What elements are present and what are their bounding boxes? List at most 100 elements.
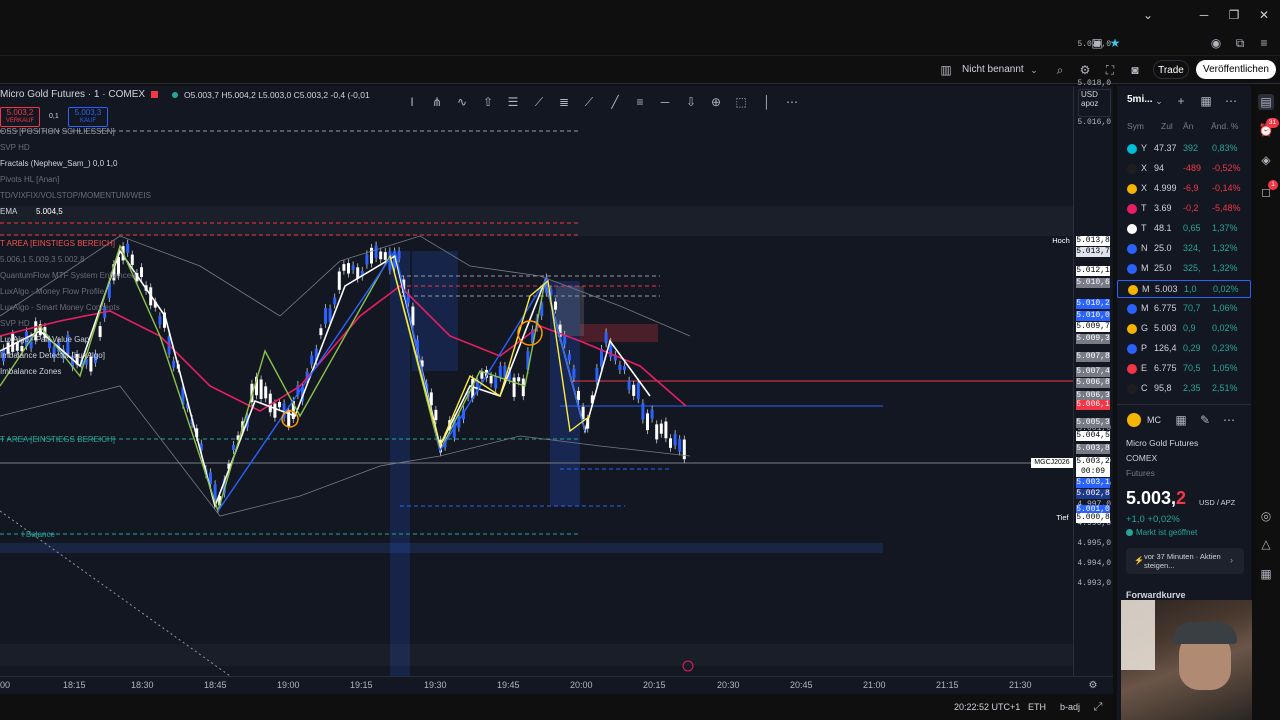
watchlist-row[interactable]: X 94 -489 -0,52% [1117, 160, 1251, 178]
edit-icon[interactable]: ✎ [1197, 412, 1213, 428]
layout-icon[interactable]: ▥ [938, 62, 954, 78]
watchlist-row[interactable]: M 5.003 1,0 0,02% [1117, 280, 1251, 298]
chart-pane[interactable]: Micro Gold Futures · 1 · COMEX O5.003,7 … [0, 86, 1073, 676]
menu-icon[interactable]: ≡ [1256, 35, 1272, 51]
maximize-icon[interactable]: ❐ [1226, 7, 1242, 23]
column-last[interactable]: Zul [1161, 121, 1173, 131]
clock[interactable]: 20:22:52 UTC+1 [954, 702, 1020, 712]
crosshair-icon[interactable]: ⊕ [708, 94, 724, 110]
horizontal-line-icon[interactable]: ─ [657, 94, 673, 110]
target-icon[interactable]: ◎ [1258, 508, 1274, 524]
watchlist-row[interactable]: C 95,8 2,35 2,51% [1117, 380, 1251, 398]
chevron-down-icon[interactable]: ⌄ [1026, 62, 1042, 78]
more-icon[interactable]: ⋯ [1221, 412, 1237, 428]
text-cursor-icon[interactable]: I [404, 94, 420, 110]
watchlist-row[interactable]: P 126,4 0,29 0,23% [1117, 340, 1251, 358]
watchlist-row[interactable]: N 25.0 324, 1,32% [1117, 240, 1251, 258]
legend-item[interactable]: T AREA [EINSTIEGS BEREICH] [0, 239, 115, 248]
calendar-icon[interactable]: ▦ [1258, 566, 1274, 582]
arrow-down-icon[interactable]: ⇩ [683, 94, 699, 110]
legend-item[interactable]: SVP HD [0, 319, 30, 328]
legend-item[interactable]: LuxAlgo - Smart Money Concepts [0, 303, 120, 312]
symbol-name: M [1142, 284, 1150, 294]
legend-item[interactable]: LuxAlgo - Fair Value Gap [0, 335, 89, 344]
price-label-box: 5.003,2 [1076, 457, 1110, 467]
rectangle-icon[interactable]: ⬚ [733, 94, 749, 110]
column-change[interactable]: Än [1183, 121, 1193, 131]
watchlist-row[interactable]: T 3.69 -0,2 -5,48% [1117, 200, 1251, 218]
add-symbol-icon[interactable]: + [1173, 93, 1189, 109]
watchlist-icon[interactable]: ▤ [1258, 94, 1274, 110]
columns-icon[interactable]: ▦ [1198, 93, 1214, 109]
flag-icon[interactable] [151, 91, 158, 98]
brush-icon[interactable]: ⟋ [531, 94, 547, 110]
triangle-up-icon[interactable]: △ [1258, 536, 1274, 552]
symbol-title[interactable]: Micro Gold Futures · 1 · COMEX [0, 89, 145, 100]
watchlist-row[interactable]: X 4.999 -6,9 -0,14% [1117, 180, 1251, 198]
legend-item[interactable]: Imbalance Zones [0, 367, 61, 376]
watchlist-row[interactable]: M 6.775 70,7 1,06% [1117, 300, 1251, 318]
fib-icon[interactable]: ≣ [556, 94, 572, 110]
arrow-up-icon[interactable]: ⇧ [480, 94, 496, 110]
price-scale[interactable]: USD apoz 5.020,0 5.018,0 5.016,0 5.001,0 4.9… [1073, 40, 1113, 676]
settings-icon[interactable]: ⚙ [1077, 62, 1093, 78]
fullscreen-icon[interactable]: ⛶ [1102, 62, 1118, 78]
watchlist-title[interactable]: 5mi... [1127, 94, 1153, 105]
forward-curve-title[interactable]: Forwardkurve [1126, 590, 1186, 600]
legend-item[interactable]: SVP HD [0, 143, 30, 152]
watchlist-row[interactable]: M 25.0 325, 1,32% [1117, 260, 1251, 278]
legend-item[interactable]: OSS [POSITION SCHLIESSEN] [0, 127, 115, 136]
sell-button[interactable]: 5.003,2 VERKAUF [0, 107, 40, 127]
legend-item[interactable]: Pivots HL [Anan] [0, 175, 59, 184]
pitchfork-icon[interactable]: ⋔ [429, 94, 445, 110]
candle-body [411, 306, 415, 326]
watchlist-row[interactable]: E 6.775 70,5 1,05% [1117, 360, 1251, 378]
maximize-pane-icon[interactable]: ⤢ [1090, 699, 1106, 715]
legend-item[interactable]: 5.006,1 5.009,3 5.002,8 [0, 255, 85, 264]
legend-item[interactable]: QuantumFlow MTF System Enhanced [0, 271, 136, 280]
camera-icon[interactable]: ◙ [1127, 62, 1143, 78]
vertical-line-icon[interactable]: │ [759, 94, 775, 110]
legend-item[interactable]: TD/VIXFIX/VOLSTOP/MOMENTUM/WEIS [0, 191, 151, 200]
profile-icon[interactable]: ◉ [1208, 35, 1224, 51]
price-chart[interactable] [0, 86, 1073, 676]
adjustment-label[interactable]: b-adj [1060, 702, 1080, 712]
trade-button[interactable]: Trade [1153, 60, 1189, 79]
currency-selector[interactable]: USD apoz [1078, 89, 1111, 117]
more-tools-icon[interactable]: ⋯ [784, 94, 800, 110]
trendline-icon[interactable]: ╱ [607, 94, 623, 110]
price-label-box: 5.007,8 [1076, 352, 1110, 362]
parallel-channel-icon[interactable]: ≡ [632, 94, 648, 110]
settings-icon[interactable]: ⚙ [1085, 678, 1101, 694]
extensions-icon[interactable]: ⧉ [1232, 35, 1248, 51]
watchlist-row[interactable]: T 48.1 0,65 1,37% [1117, 220, 1251, 238]
close-icon[interactable]: ✕ [1256, 7, 1272, 23]
time-scale[interactable]: ⚙ 00 18:15 18:30 18:45 19:00 19:15 19:30 19:45 2… [0, 676, 1113, 694]
details-name[interactable]: Micro Gold Futures [1126, 438, 1198, 448]
legend-item[interactable]: Imbalance Detector [LuxAlgo] [0, 351, 105, 360]
candle-body [650, 409, 654, 419]
chevron-down-icon[interactable]: ⌄ [1140, 7, 1156, 23]
watchlist-row[interactable]: G 5.003 0,9 0,02% [1117, 320, 1251, 338]
layers-icon[interactable]: ◈ [1258, 152, 1274, 168]
grid-icon[interactable]: ▦ [1173, 412, 1189, 428]
search-icon[interactable]: ⌕ [1052, 62, 1068, 78]
zigzag-icon[interactable]: ∿ [454, 94, 470, 110]
legend-item[interactable]: Fractals (Nephew_Sam_) 0,0 1,0 [0, 159, 117, 168]
legend-item[interactable]: 5.004,5 [36, 207, 63, 216]
column-change-pct[interactable]: Änd. % [1211, 121, 1238, 131]
watchlist-row[interactable]: Y 47.37 392 0,83% [1117, 140, 1251, 158]
legend-item[interactable]: LuxAlgo - Money Flow Profile [0, 287, 104, 296]
session-label[interactable]: ETH [1028, 702, 1046, 712]
buy-button[interactable]: 5.003,3 KAUF [68, 107, 108, 127]
minimize-icon[interactable]: ─ [1196, 7, 1212, 23]
ray-icon[interactable]: ⟋ [581, 94, 597, 110]
more-icon[interactable]: ⋯ [1223, 93, 1239, 109]
layout-name[interactable]: Nicht benannt [962, 64, 1024, 75]
legend-item[interactable]: EMA [0, 207, 17, 216]
publish-button[interactable]: Veröffentlichen [1196, 60, 1276, 79]
news-card[interactable]: ⚡ vor 37 Minuten · Aktien steigen... › [1126, 548, 1244, 574]
column-symbol[interactable]: Sym [1127, 121, 1144, 131]
chevron-down-icon[interactable]: ⌄ [1151, 93, 1167, 109]
lines-icon[interactable]: ☰ [505, 94, 521, 110]
